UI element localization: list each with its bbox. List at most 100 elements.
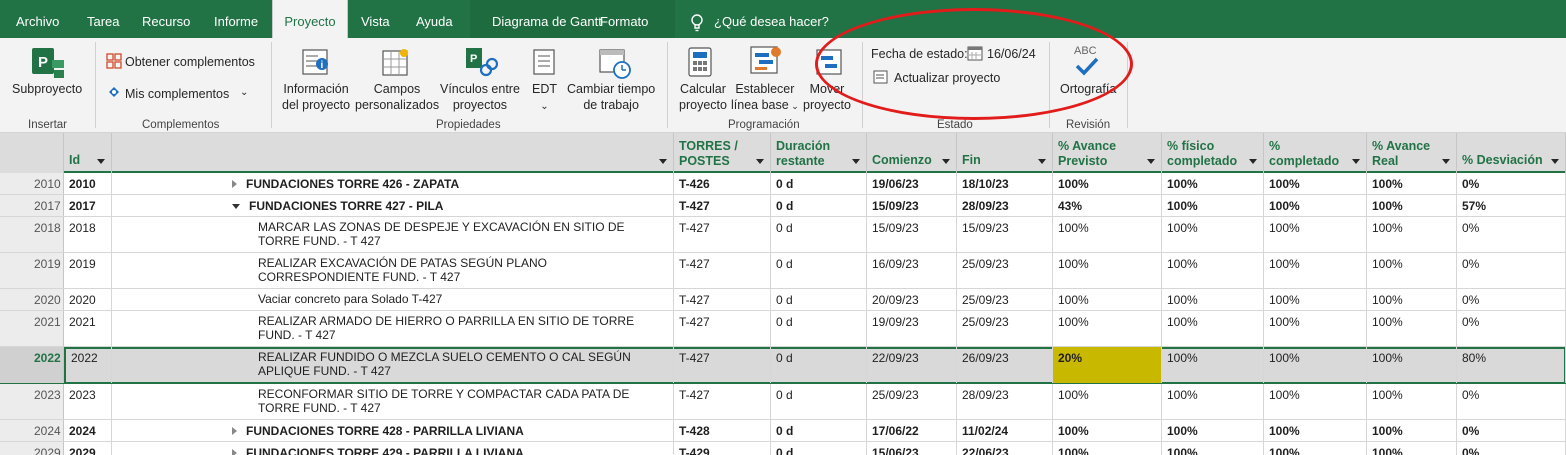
cell-planned-progress[interactable]: 20% (1053, 347, 1162, 383)
cell-actual-progress[interactable]: 100% (1367, 311, 1457, 346)
status-date-value[interactable]: 16/06/24 (987, 46, 1036, 62)
cell-planned-progress[interactable]: 100% (1053, 173, 1162, 194)
header-deviation[interactable]: % Desviación (1457, 133, 1566, 173)
cell-percent-complete[interactable]: 100% (1264, 173, 1367, 194)
cell-percent-complete[interactable]: 100% (1264, 347, 1367, 383)
cell-actual-progress[interactable]: 100% (1367, 195, 1457, 216)
cell-physical-complete[interactable]: 100% (1162, 347, 1264, 383)
cell-id[interactable]: 2020 (64, 289, 112, 310)
expand-icon[interactable] (232, 449, 237, 455)
cell-start[interactable]: 22/09/23 (867, 347, 957, 383)
filter-arrow-icon[interactable] (97, 159, 105, 164)
cell-percent-complete[interactable]: 100% (1264, 195, 1367, 216)
cell-physical-complete[interactable]: 100% (1162, 195, 1264, 216)
cell-planned-progress[interactable]: 100% (1053, 289, 1162, 310)
cell-deviation[interactable]: 0% (1457, 289, 1566, 310)
tab-ayuda[interactable]: Ayuda (416, 0, 453, 38)
cell-remaining-duration[interactable]: 0 d (771, 384, 867, 419)
cell-tower[interactable]: T-428 (674, 420, 771, 441)
cell-finish[interactable]: 25/09/23 (957, 253, 1053, 288)
update-project-button[interactable]: Actualizar proyecto (894, 70, 1000, 86)
cell-remaining-duration[interactable]: 0 d (771, 253, 867, 288)
cell-remaining-duration[interactable]: 0 d (771, 442, 867, 455)
row-header[interactable]: 2018 (0, 217, 64, 252)
cell-task-name[interactable]: REALIZAR EXCAVACIÓN DE PATAS SEGÚN PLANO… (112, 253, 674, 288)
cell-id[interactable]: 2018 (64, 217, 112, 252)
expand-icon[interactable] (232, 180, 237, 188)
cell-tower[interactable]: T-427 (674, 384, 771, 419)
row-header[interactable]: 2023 (0, 384, 64, 419)
cell-remaining-duration[interactable]: 0 d (771, 195, 867, 216)
filter-arrow-icon[interactable] (756, 159, 764, 164)
cell-actual-progress[interactable]: 100% (1367, 442, 1457, 455)
cell-remaining-duration[interactable]: 0 d (771, 173, 867, 194)
cell-finish[interactable]: 28/09/23 (957, 384, 1053, 419)
tab-archivo[interactable]: Archivo (16, 0, 59, 38)
cell-start[interactable]: 19/09/23 (867, 311, 957, 346)
cell-percent-complete[interactable]: 100% (1264, 289, 1367, 310)
cell-finish[interactable]: 25/09/23 (957, 289, 1053, 310)
cell-task-name[interactable]: REALIZAR FUNDIDO O MEZCLA SUELO CEMENTO … (112, 347, 674, 383)
cell-start[interactable]: 25/09/23 (867, 384, 957, 419)
cell-id[interactable]: 2017 (64, 195, 112, 216)
cell-deviation[interactable]: 0% (1457, 173, 1566, 194)
table-row[interactable]: 2022 2022 REALIZAR FUNDIDO O MEZCLA SUELO … (0, 347, 1566, 384)
header-name[interactable] (112, 133, 674, 173)
filter-arrow-icon[interactable] (1551, 159, 1559, 164)
cell-tower[interactable]: T-426 (674, 173, 771, 194)
cell-id[interactable]: 2023 (64, 384, 112, 419)
cell-deviation[interactable]: 57% (1457, 195, 1566, 216)
cell-actual-progress[interactable]: 100% (1367, 217, 1457, 252)
header-remaining-duration[interactable]: Duración restante (771, 133, 867, 173)
tell-me-search[interactable]: ¿Qué desea hacer? (714, 0, 829, 38)
cell-task-name[interactable]: FUNDACIONES TORRE 428 - PARRILLA LIVIANA (112, 420, 674, 441)
row-header[interactable]: 2021 (0, 311, 64, 346)
spelling-button[interactable]: Ortografía (1060, 81, 1116, 97)
table-row[interactable]: 2019 2019 REALIZAR EXCAVACIÓN DE PATAS SEG… (0, 253, 1566, 289)
filter-arrow-icon[interactable] (1352, 159, 1360, 164)
header-finish[interactable]: Fin (957, 133, 1053, 173)
cell-id[interactable]: 2024 (64, 420, 112, 441)
cell-finish[interactable]: 18/10/23 (957, 173, 1053, 194)
filter-arrow-icon[interactable] (659, 159, 667, 164)
cell-tower[interactable]: T-427 (674, 347, 771, 383)
get-addins-button[interactable]: Obtener complementos (125, 54, 255, 70)
change-working-time-button[interactable]: Cambiar tiempo de trabajo (567, 81, 655, 113)
cell-task-name[interactable]: FUNDACIONES TORRE 429 - PARRILLA LIVIANA (112, 442, 674, 455)
cell-finish[interactable]: 26/09/23 (957, 347, 1053, 383)
cell-planned-progress[interactable]: 100% (1053, 442, 1162, 455)
cell-task-name[interactable]: FUNDACIONES TORRE 426 - ZAPATA (112, 173, 674, 194)
header-id[interactable]: Id (64, 133, 112, 173)
row-header[interactable]: 2029 (0, 442, 64, 455)
cell-planned-progress[interactable]: 43% (1053, 195, 1162, 216)
cell-actual-progress[interactable]: 100% (1367, 289, 1457, 310)
cell-remaining-duration[interactable]: 0 d (771, 311, 867, 346)
cell-physical-complete[interactable]: 100% (1162, 420, 1264, 441)
header-towers[interactable]: TORRES / POSTES (674, 133, 771, 173)
cell-percent-complete[interactable]: 100% (1264, 253, 1367, 288)
cell-task-name[interactable]: Vaciar concreto para Solado T-427 (112, 289, 674, 310)
cell-physical-complete[interactable]: 100% (1162, 384, 1264, 419)
tab-proyecto[interactable]: Proyecto (272, 0, 348, 38)
cell-finish[interactable]: 22/06/23 (957, 442, 1053, 455)
cell-tower[interactable]: T-427 (674, 311, 771, 346)
cell-deviation[interactable]: 0% (1457, 253, 1566, 288)
cell-deviation[interactable]: 0% (1457, 420, 1566, 441)
row-header[interactable]: 2022 (0, 347, 64, 383)
tab-formato[interactable]: Formato (600, 0, 648, 38)
tab-informe[interactable]: Informe (214, 0, 258, 38)
cell-deviation[interactable]: 0% (1457, 217, 1566, 252)
cell-start[interactable]: 16/09/23 (867, 253, 957, 288)
cell-physical-complete[interactable]: 100% (1162, 442, 1264, 455)
cell-finish[interactable]: 25/09/23 (957, 311, 1053, 346)
cell-deviation[interactable]: 0% (1457, 311, 1566, 346)
cell-id[interactable]: 2021 (64, 311, 112, 346)
cell-start[interactable]: 15/06/23 (867, 442, 957, 455)
cell-remaining-duration[interactable]: 0 d (771, 347, 867, 383)
table-row[interactable]: 2010 2010 FUNDACIONES TORRE 426 - ZAPATA T-… (0, 173, 1566, 195)
cell-start[interactable]: 19/06/23 (867, 173, 957, 194)
cell-planned-progress[interactable]: 100% (1053, 253, 1162, 288)
cell-finish[interactable]: 28/09/23 (957, 195, 1053, 216)
filter-arrow-icon[interactable] (942, 159, 950, 164)
tab-recurso[interactable]: Recurso (142, 0, 190, 38)
